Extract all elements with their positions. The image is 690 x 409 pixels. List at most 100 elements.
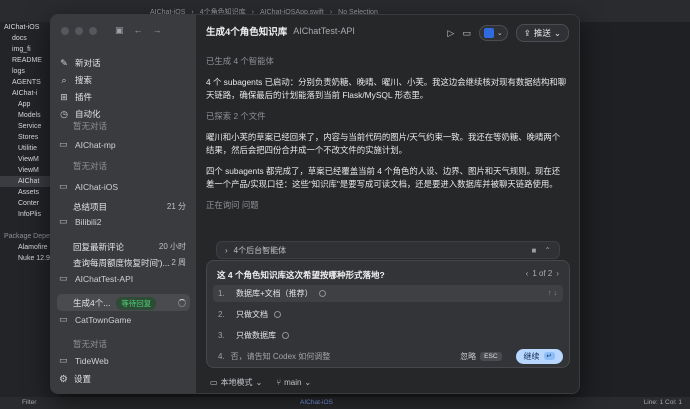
project-group[interactable]: ▭ AIChat-iOS xyxy=(59,181,118,192)
continue-label: 继续 xyxy=(523,351,540,361)
ignore-label: 忽略 xyxy=(460,351,477,361)
project-name: AIChatTest-API xyxy=(293,26,355,36)
chevron-down-icon: ⌄ xyxy=(255,378,263,387)
stop-icon[interactable]: ■ xyxy=(531,246,536,255)
chevron-right-icon[interactable]: › xyxy=(556,269,559,278)
branch-selector[interactable]: ⑂ main ⌄ xyxy=(276,377,311,388)
answer-option[interactable]: 3. 只做数据库 xyxy=(213,327,563,344)
push-button[interactable]: ⇪ 推送 ⌄ xyxy=(515,24,569,42)
monitor-icon: ▭ xyxy=(210,378,218,387)
thread-title: 暂无对话 xyxy=(73,121,108,131)
sidebar-nav-label: 搜索 xyxy=(75,75,93,85)
question-title: 这 4 个角色知识库这次希望按哪种形式落地? xyxy=(217,270,385,280)
custom-answer-row[interactable]: 4. 否，请告知 Codex 如何调整 忽略 ESC 继续 ↵ xyxy=(213,348,563,364)
thread-item[interactable]: 回复最新评论 xyxy=(73,241,124,253)
codex-window: ▣ ← → ✎ 新对话 ⌕ 搜索 ⊞ 插件 ◷ 自动化 暂无对话 ▭ AIChat-mp 暂无对话 ▭… xyxy=(50,14,580,394)
option-label: 数据库+文档（推荐） xyxy=(236,289,313,298)
status-line: 已探索 2 个文件 xyxy=(206,111,266,121)
info-icon[interactable] xyxy=(274,311,281,318)
xcode-filter-field[interactable]: Filter xyxy=(22,399,36,406)
folder-icon: ▭ xyxy=(59,181,68,191)
sidebar-nav-new-chat[interactable]: ✎ 新对话 xyxy=(59,55,101,71)
terminal-icon[interactable]: ▭ xyxy=(462,28,471,39)
zoom-window-button[interactable] xyxy=(89,27,97,35)
question-card: 这 4 个角色知识库这次希望按哪种形式落地? ‹ 1 of 2 › 1. 数据库+… xyxy=(206,260,570,368)
answer-option[interactable]: 2. 只做文档 xyxy=(213,306,563,323)
continue-button[interactable]: 继续 ↵ xyxy=(515,348,563,364)
custom-answer-input[interactable]: 否，请告知 Codex 如何调整 xyxy=(231,351,331,362)
status-badge: 等待回复 xyxy=(116,297,157,310)
ignore-button[interactable]: 忽略 ESC xyxy=(460,351,502,362)
minimize-window-button[interactable] xyxy=(75,27,83,35)
main-pane: 生成4个角色知识库 AIChatTest-API ▷ ▭ ⌄ ⇪ 推送 ⌄ 已生成 … xyxy=(196,15,579,393)
forward-arrow-icon[interactable]: → xyxy=(153,25,162,36)
thread-item[interactable]: 暂无对话 xyxy=(73,160,107,172)
reorder-arrows-icon[interactable]: ↑ ↓ xyxy=(548,290,557,297)
settings-label: 设置 xyxy=(73,374,91,384)
thread-item[interactable]: 暂无对话 xyxy=(73,120,107,132)
sidebar-nav-plugin[interactable]: ⊞ 插件 xyxy=(59,89,92,105)
project-group[interactable]: ▭ AIChatTest-API xyxy=(59,273,133,284)
chevron-left-icon[interactable]: ‹ xyxy=(526,269,529,278)
xcode-cursor-position: Line: 1 Col: 1 xyxy=(643,399,682,406)
info-icon[interactable] xyxy=(282,332,289,339)
thread-title: 回复最新评论 xyxy=(73,242,125,252)
thread-title: 总结项目 xyxy=(73,202,108,212)
thread-timestamp: 2 周 xyxy=(171,258,186,267)
chevron-up-icon[interactable]: ⌃ xyxy=(544,246,551,255)
push-label: 推送 xyxy=(533,28,551,38)
sidebar-nav-search[interactable]: ⌕ 搜索 xyxy=(59,72,92,88)
open-in-editor-button[interactable]: ⌄ xyxy=(478,25,508,41)
project-group[interactable]: ▭ TideWeb xyxy=(59,355,109,366)
back-arrow-icon[interactable]: ← xyxy=(134,25,143,36)
chevron-down-icon: ⌄ xyxy=(304,378,312,387)
sidebar-toggle-icon[interactable]: ▣ xyxy=(115,25,124,36)
project-group-name: AIChat-mp xyxy=(75,139,116,150)
thread-item[interactable]: 查询每周额度恢复时间')... xyxy=(73,257,170,269)
background-agents-bar[interactable]: › 4个后台智能体 ■ ⌃ xyxy=(216,241,560,259)
option-number: 3. xyxy=(218,331,225,340)
enter-key-icon: ↵ xyxy=(543,352,555,360)
thread-title: 生成4个... xyxy=(73,298,111,308)
thread-title: 生成4个角色知识库 xyxy=(206,27,288,38)
project-group-name: AIChat-iOS xyxy=(75,181,118,192)
loading-spinner-icon xyxy=(178,299,186,307)
project-group[interactable]: ▭ AIChat-mp xyxy=(59,139,116,150)
thread-timestamp: 21 分 xyxy=(166,202,186,211)
status-line: 正在询问 问题 xyxy=(206,200,259,210)
thread-item[interactable]: 生成4个... 等待回复 xyxy=(73,297,157,310)
sidebar: ▣ ← → ✎ 新对话 ⌕ 搜索 ⊞ 插件 ◷ 自动化 暂无对话 ▭ AIChat-mp 暂无对话 ▭… xyxy=(51,15,196,393)
xcode-editor xyxy=(580,22,690,397)
thread-header: 生成4个角色知识库 AIChatTest-API ▷ ▭ ⌄ ⇪ 推送 ⌄ xyxy=(196,15,579,47)
search-icon: ⌕ xyxy=(61,74,67,85)
agents-label: 4个后台智能体 xyxy=(233,245,287,255)
assistant-message: 四个 subagents 都完成了，草案已经覆盖当前 4 个角色的人设、边界、图… xyxy=(206,166,561,189)
folder-icon: ▭ xyxy=(59,273,68,283)
esc-key-hint: ESC xyxy=(480,351,502,361)
thread-item[interactable]: 暂无对话 xyxy=(73,338,107,350)
sidebar-top-controls: ▣ ← → xyxy=(115,25,162,36)
xcode-scheme[interactable]: AIChat-iOS xyxy=(300,399,333,406)
xcode-app-icon xyxy=(483,28,494,38)
info-icon[interactable] xyxy=(318,290,326,297)
project-group-name: TideWeb xyxy=(75,355,109,366)
thread-item[interactable]: 总结项目 xyxy=(73,201,107,213)
folder-icon: ▭ xyxy=(59,216,68,226)
answer-option[interactable]: 1. 数据库+文档（推荐） ↑ ↓ xyxy=(213,285,563,302)
mode-label: 本地模式 xyxy=(220,378,253,387)
sidebar-nav-label: 新对话 xyxy=(75,58,101,68)
run-icon[interactable]: ▷ xyxy=(447,28,454,39)
option-label: 只做数据库 xyxy=(236,331,276,340)
project-group[interactable]: ▭ Bilibili2 xyxy=(59,216,101,227)
project-group[interactable]: ▭ CatTownGame xyxy=(59,314,131,325)
sidebar-nav-label: 插件 xyxy=(75,92,93,102)
settings-button[interactable]: ⚙ 设置 xyxy=(59,373,91,385)
upload-icon: ⇪ xyxy=(523,27,531,38)
mode-selector[interactable]: ▭ 本地模式 ⌄ xyxy=(210,377,262,388)
option-number: 4. xyxy=(218,351,225,361)
composer-footer: ▭ 本地模式 ⌄ ⑂ main ⌄ xyxy=(210,377,311,388)
close-window-button[interactable] xyxy=(61,27,69,35)
agents-controls: ■ ⌃ xyxy=(531,246,551,255)
chevron-right-icon: › xyxy=(225,245,228,255)
assistant-message: 曜川和小芙的草案已经回来了，内容与当前代码的图片/天气约束一致。我还在等奶糖、晚… xyxy=(206,132,561,155)
